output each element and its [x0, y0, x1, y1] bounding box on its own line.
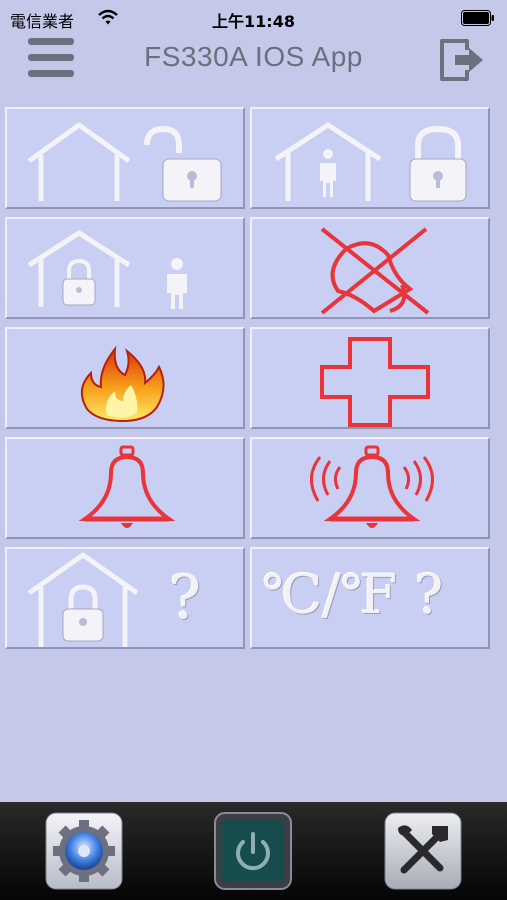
status-question-mark: ? — [169, 563, 202, 633]
bell-muted-icon — [320, 227, 430, 315]
status-bar: 電信業者 上午11:48 — [0, 0, 507, 36]
fire-icon — [80, 345, 165, 423]
tab-bar — [0, 802, 507, 900]
home-locked-person-out-icon — [27, 230, 187, 309]
power-icon[interactable] — [214, 812, 292, 890]
home-lock-status-icon — [27, 552, 139, 647]
temperature-icon: ℃/℉ ? — [262, 563, 444, 626]
exit-icon[interactable] — [439, 36, 485, 84]
battery-icon — [461, 10, 494, 26]
home-unlocked-icon — [27, 122, 222, 202]
page-title: FS330A IOS App — [144, 41, 363, 72]
medical-alarm-button[interactable] — [250, 327, 490, 429]
siren-button[interactable] — [250, 437, 490, 539]
home-person-locked-icon — [274, 122, 467, 202]
arm-away-button[interactable] — [5, 217, 245, 319]
panic-alarm-button[interactable] — [5, 437, 245, 539]
temperature-button[interactable]: ℃/℉ ? — [250, 547, 490, 649]
disarm-button[interactable] — [5, 107, 245, 209]
arm-stay-button[interactable] — [250, 107, 490, 209]
fire-alarm-button[interactable] — [5, 327, 245, 429]
mute-alarm-button[interactable] — [250, 217, 490, 319]
bell-icon — [78, 445, 176, 528]
arm-status-button[interactable]: ? — [5, 547, 245, 649]
settings-gear-icon[interactable] — [45, 812, 123, 890]
bell-ringing-icon — [310, 445, 434, 528]
clock: 上午11:48 — [212, 12, 295, 31]
medical-cross-icon — [320, 337, 430, 427]
nav-bar: FS330A IOS App — [0, 36, 507, 98]
tools-icon[interactable] — [384, 812, 462, 890]
